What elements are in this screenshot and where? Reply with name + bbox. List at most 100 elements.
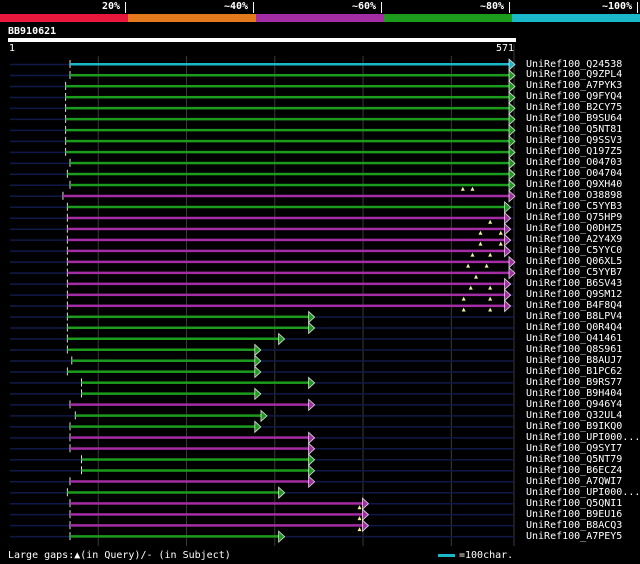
hit-label-link[interactable]: UniRef100_Q75HP9 — [526, 212, 622, 223]
hit-alignment-bar — [67, 172, 510, 176]
query-gap-marker-icon — [488, 307, 493, 312]
hit-label-link[interactable]: UniRef100_Q197Z5 — [526, 146, 622, 157]
hit-label-link[interactable]: UniRef100_Q9SM12 — [526, 289, 622, 300]
hit-label-link[interactable]: UniRef100_Q8S961 — [526, 344, 622, 355]
gap-legend-text: Large gaps:▲(in Query)/- (in Subject) — [8, 550, 231, 561]
hit-alignment-bar — [81, 469, 310, 472]
hit-label-link[interactable]: UniRef100_Q5NT81 — [526, 124, 622, 135]
hit-alignment-bar — [67, 326, 310, 330]
hit-label-link[interactable]: UniRef100_Q9SYI7 — [526, 443, 622, 454]
hit-alignment-bar — [70, 161, 510, 165]
hit-arrow-icon — [278, 332, 286, 346]
hit-label-link[interactable]: UniRef100_O04704 — [526, 168, 622, 179]
hit-alignment-bar — [67, 304, 506, 308]
hit-alignment-bar — [70, 63, 510, 66]
hit-label-link[interactable]: UniRef100_B4F8Q4 — [526, 300, 622, 311]
hit-label-link[interactable]: UniRef100_Q0DHZ5 — [526, 223, 622, 234]
hit-label-link[interactable]: UniRef100_UPI000... — [526, 487, 640, 498]
hit-arrow-icon — [362, 519, 370, 533]
hit-label-link[interactable]: UniRef100_Q9FYQ4 — [526, 91, 622, 102]
hit-label-link[interactable]: UniRef100_Q9ZPL4 — [526, 69, 622, 80]
hit-alignment-bar — [70, 513, 364, 516]
hit-alignment-bar — [67, 315, 310, 319]
query-gap-marker-icon — [488, 285, 493, 290]
hit-arrow-icon — [254, 354, 262, 368]
query-gap-marker-icon — [460, 186, 465, 191]
hit-label-link[interactable]: UniRef100_B8ACQ3 — [526, 520, 622, 531]
hit-label-link[interactable]: UniRef100_B6SV43 — [526, 278, 622, 289]
hit-alignment-bar — [70, 436, 310, 439]
hit-label-link[interactable]: UniRef100_B9IKQ0 — [526, 421, 622, 432]
query-gap-marker-icon — [498, 230, 503, 235]
hit-arrow-icon — [308, 321, 316, 335]
hit-arrow-icon — [504, 299, 512, 313]
hit-arrow-icon — [504, 288, 512, 302]
hit-label-link[interactable]: UniRef100_Q32UL4 — [526, 410, 622, 421]
hit-arrow-icon — [278, 486, 286, 500]
hit-alignment-bar — [70, 480, 310, 483]
hit-alignment-bar — [67, 260, 510, 264]
hit-label-link[interactable]: UniRef100_B8AUJ7 — [526, 355, 622, 366]
hit-alignment-bar — [81, 381, 310, 384]
query-gap-marker-icon — [478, 230, 483, 235]
hit-label-link[interactable]: UniRef100_A7QWI7 — [526, 476, 622, 487]
hit-label-link[interactable]: UniRef100_C5YYB3 — [526, 201, 622, 212]
hit-alignment-bar — [70, 183, 510, 187]
hit-label-link[interactable]: UniRef100_B9H404 — [526, 388, 622, 399]
hit-label-link[interactable]: UniRef100_Q946Y4 — [526, 399, 622, 410]
hit-label-link[interactable]: UniRef100_Q06XL5 — [526, 256, 622, 267]
hit-label-link[interactable]: UniRef100_B9EU16 — [526, 509, 622, 520]
hit-label-link[interactable]: UniRef100_B9RS77 — [526, 377, 622, 388]
hit-label-link[interactable]: UniRef100_A2Y4X9 — [526, 234, 622, 245]
hit-arrow-icon — [308, 431, 316, 445]
hit-arrow-icon — [504, 222, 512, 236]
hit-label-link[interactable]: UniRef100_O04703 — [526, 157, 622, 168]
query-gap-marker-icon — [484, 263, 489, 268]
query-gap-marker-icon — [357, 527, 362, 532]
query-gap-marker-icon — [478, 241, 483, 246]
query-gap-marker-icon — [498, 241, 503, 246]
hit-alignment-bar — [65, 139, 511, 143]
hit-label-link[interactable]: UniRef100_O38898 — [526, 190, 622, 201]
hit-alignment-bar — [65, 95, 511, 99]
hit-label-link[interactable]: UniRef100_B9SU64 — [526, 113, 622, 124]
hit-label-link[interactable]: UniRef100_Q5NT79 — [526, 454, 622, 465]
hit-arrow-icon — [308, 376, 316, 390]
hit-alignment-bar — [67, 227, 506, 231]
hit-alignment-bar — [67, 238, 506, 242]
hit-alignment-bar — [70, 73, 510, 77]
hit-label-link[interactable]: UniRef100_A7PYK3 — [526, 80, 622, 91]
hit-alignment-bar — [67, 370, 256, 373]
hit-label-link[interactable]: UniRef100_B2CY75 — [526, 102, 622, 113]
hit-alignment-bar — [81, 458, 310, 461]
hit-arrow-icon — [504, 277, 512, 291]
hit-label-link[interactable]: UniRef100_Q0R4Q4 — [526, 322, 622, 333]
hit-arrow-icon — [504, 211, 512, 225]
hit-label-link[interactable]: UniRef100_C5YYC0 — [526, 245, 622, 256]
query-gap-marker-icon — [488, 252, 493, 257]
hit-alignment-bar — [65, 84, 511, 88]
hit-alignment-bar — [81, 392, 256, 395]
hit-label-link[interactable]: UniRef100_C5YYB7 — [526, 267, 622, 278]
query-gap-marker-icon — [461, 307, 466, 312]
hit-arrow-icon — [308, 398, 316, 412]
hit-alignment-bar — [70, 425, 256, 428]
hit-label-link[interactable]: UniRef100_Q24538 — [526, 59, 622, 70]
query-gap-marker-icon — [488, 219, 493, 224]
hit-label-link[interactable]: UniRef100_Q9SSV3 — [526, 135, 622, 146]
hit-alignment-bar — [70, 447, 310, 450]
hit-alignment-bar — [67, 282, 506, 286]
hit-label-link[interactable]: UniRef100_B8LPV4 — [526, 311, 622, 322]
hit-label-link[interactable]: UniRef100_B1PC62 — [526, 366, 622, 377]
hit-label-link[interactable]: UniRef100_B6ECZ4 — [526, 465, 622, 476]
hit-alignment-bar — [71, 359, 256, 362]
hit-label-link[interactable]: UniRef100_UPI000... — [526, 432, 640, 443]
hit-alignment-bar — [65, 128, 511, 132]
hit-alignment-bar — [70, 502, 364, 505]
hit-label-link[interactable]: UniRef100_Q41461 — [526, 333, 622, 344]
hit-arrow-icon — [278, 530, 286, 544]
hit-label-link[interactable]: UniRef100_A7PEY5 — [526, 531, 622, 542]
hit-label-link[interactable]: UniRef100_Q9XH40 — [526, 179, 622, 190]
hit-label-link[interactable]: UniRef100_Q5QNI1 — [526, 498, 622, 509]
hit-alignment-bar — [67, 491, 280, 494]
